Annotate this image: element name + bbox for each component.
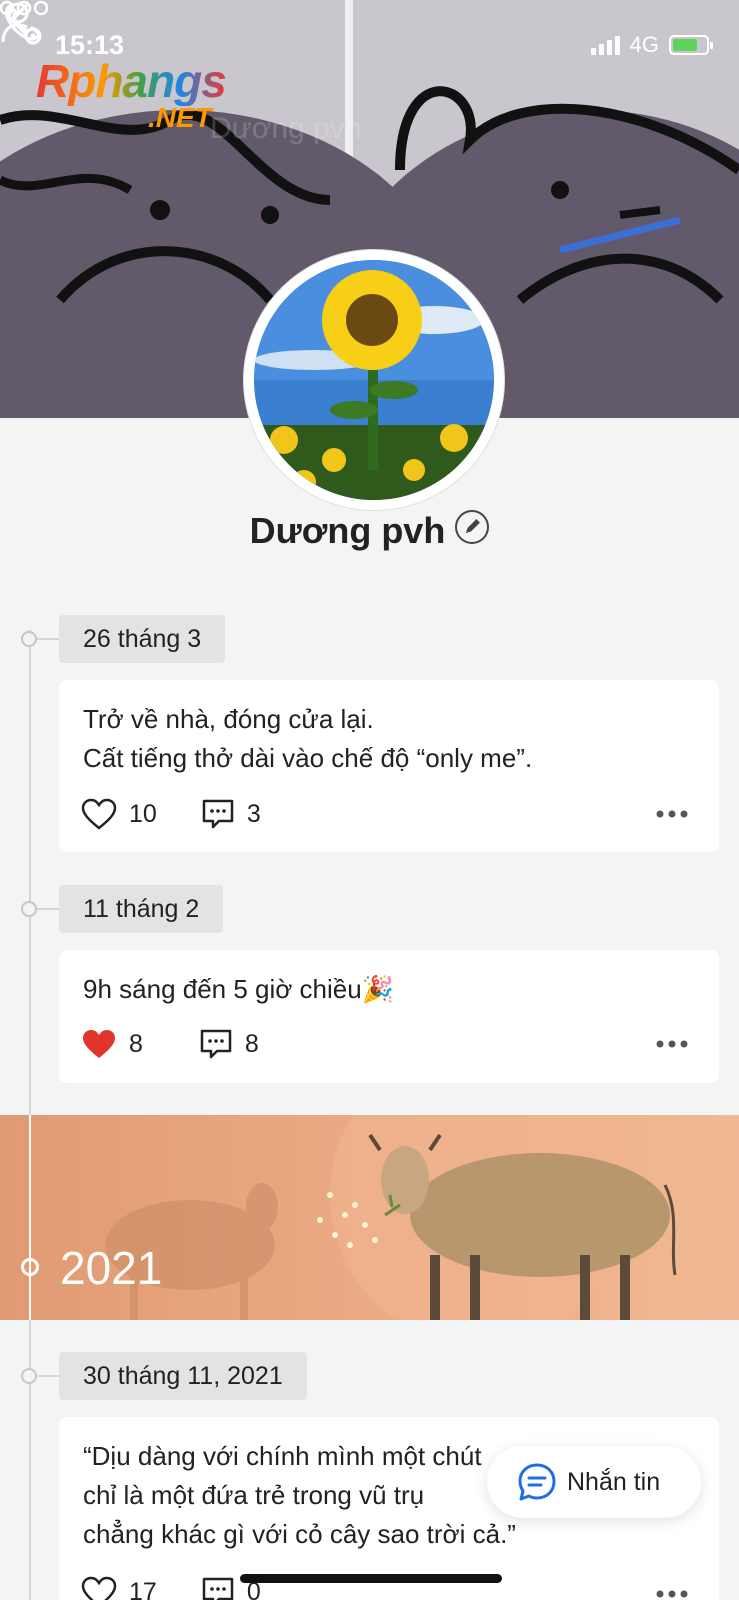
- battery-icon: [669, 35, 713, 55]
- signal-icon: [590, 35, 620, 55]
- year-label: 2021: [60, 1242, 163, 1294]
- more-options-icon[interactable]: [0, 0, 48, 16]
- post-text-line: Cất tiếng thở dài vào chế độ “only me”.: [83, 743, 533, 773]
- comment-count: 8: [244, 1029, 259, 1058]
- status-indicators: 4G: [590, 32, 713, 58]
- timeline-dot: [21, 631, 65, 647]
- home-indicator[interactable]: [240, 1574, 502, 1583]
- send-message-label: Nhắn tin: [567, 1467, 661, 1496]
- comment-count: 3: [246, 799, 261, 828]
- post-more-icon[interactable]: [655, 809, 689, 819]
- comment-button[interactable]: 3: [201, 798, 261, 830]
- timeline-dot: [21, 1368, 65, 1384]
- comment-icon: [200, 1029, 232, 1059]
- heart-icon: [81, 798, 117, 830]
- heart-filled-icon: [83, 1030, 115, 1058]
- year-timeline-dot: [21, 1258, 39, 1276]
- comment-icon: [202, 1577, 234, 1600]
- comment-icon: [202, 799, 234, 829]
- like-count: 8: [129, 1029, 143, 1058]
- year-banner: 2021: [0, 1115, 739, 1320]
- post-card[interactable]: Trở về nhà, đóng cửa lại. Cất tiếng thở …: [59, 680, 719, 852]
- post-actions: 10 3: [81, 796, 305, 832]
- avatar[interactable]: [244, 250, 504, 510]
- post-more-icon[interactable]: [655, 1039, 689, 1049]
- post-text-line: chỉ là một đứa trẻ trong vũ trụ: [83, 1480, 425, 1510]
- post-date: 11 tháng 2: [59, 885, 224, 933]
- timeline-dot: [21, 901, 65, 917]
- post-text-line: chẳng khác gì với cỏ cây sao trời cả.”: [83, 1519, 516, 1549]
- profile-name-text: Dương pvh: [249, 510, 446, 551]
- post-text: 9h sáng đến 5 giờ chiều🎉: [83, 970, 394, 1009]
- post-card[interactable]: 9h sáng đến 5 giờ chiều🎉 8 8: [59, 950, 719, 1083]
- post-actions: 8 8: [81, 1026, 303, 1062]
- profile-name: Dương pvh: [0, 510, 739, 552]
- watermark-line2: .NET: [148, 102, 212, 133]
- heart-icon: [81, 1576, 117, 1600]
- post-text: Trở về nhà, đóng cửa lại. Cất tiếng thở …: [83, 700, 532, 778]
- sunflower-avatar-image: [254, 260, 494, 500]
- post-text-line: “Dịu dàng với chính mình một chút: [83, 1441, 482, 1471]
- post-more-icon[interactable]: [655, 1589, 689, 1599]
- edit-pencil-icon[interactable]: [455, 510, 490, 545]
- like-button[interactable]: 10: [81, 798, 157, 830]
- like-button[interactable]: 8: [81, 1028, 143, 1060]
- post-text-line: 9h sáng đến 5 giờ chiều🎉: [83, 974, 395, 1004]
- post-text-line: Trở về nhà, đóng cửa lại.: [83, 704, 374, 734]
- post-date: 26 tháng 3: [59, 615, 226, 663]
- post-text: “Dịu dàng với chính mình một chút chỉ là…: [83, 1437, 516, 1554]
- post-date: 30 tháng 11, 2021: [59, 1352, 307, 1400]
- like-button[interactable]: 17: [81, 1576, 157, 1600]
- watermark-line1: Rphangs: [36, 55, 227, 107]
- like-count: 10: [129, 799, 157, 828]
- header-title: Dương pvh: [210, 112, 362, 145]
- like-count: 17: [129, 1577, 157, 1600]
- comment-button[interactable]: 8: [199, 1028, 259, 1060]
- watermark-logo: Rphangs .NET: [36, 55, 227, 133]
- send-message-button[interactable]: Nhắn tin: [487, 1446, 701, 1518]
- timeline-line-banner: [29, 1115, 31, 1320]
- chat-bubble-icon: [518, 1463, 556, 1501]
- network-label: 4G: [629, 32, 659, 57]
